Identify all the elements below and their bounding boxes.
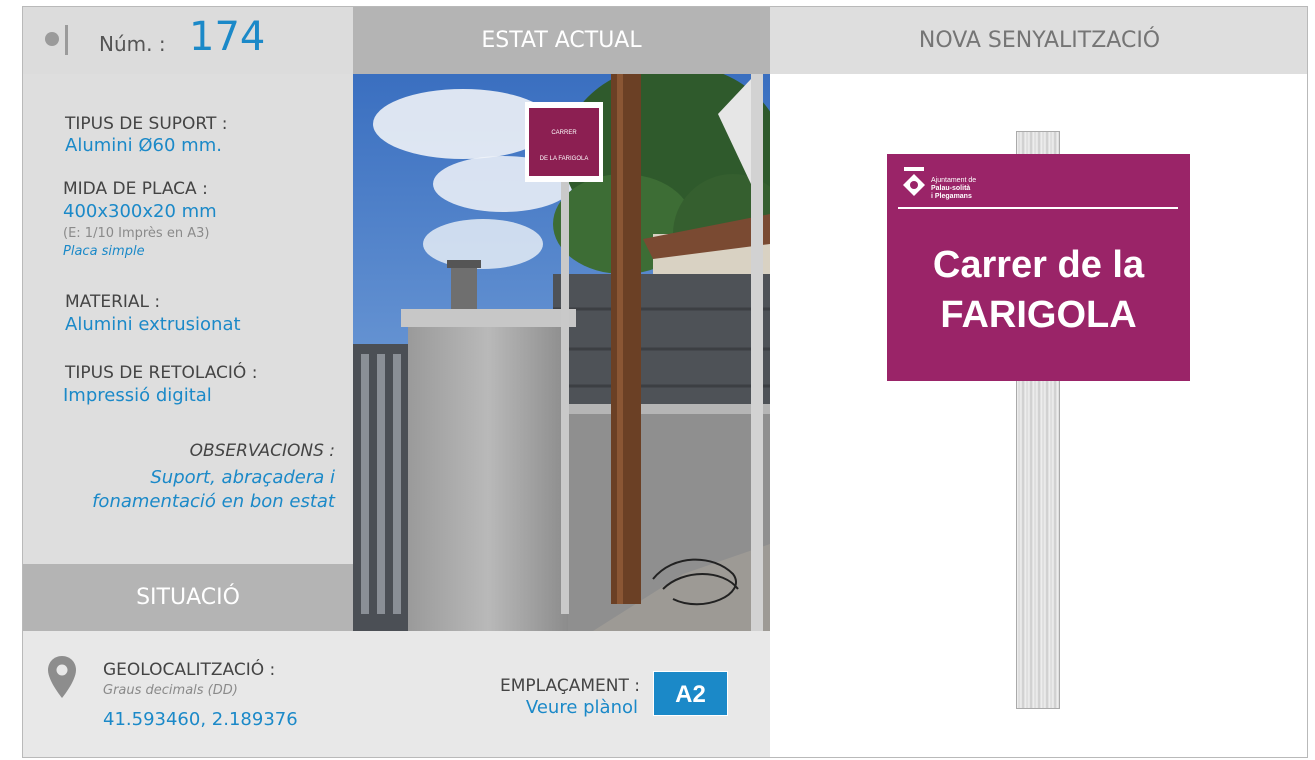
situation-header: SITUACIÓ <box>23 564 353 631</box>
plate-scale-note: (E: 1/10 Imprès en A3) <box>63 226 210 241</box>
logo-line-1: Ajuntament de <box>931 177 977 184</box>
lettering-type-label: TIPUS DE RETOLACIÓ : <box>65 363 258 383</box>
new-signage-header: NOVA SENYALITZACIÓ <box>770 7 1307 74</box>
plate-type-note: Placa simple <box>63 244 145 259</box>
divider-bar <box>65 25 68 55</box>
number-header: Núm. : 174 <box>23 7 353 74</box>
street-name-text: Carrer de la FARIGOLA <box>887 240 1190 340</box>
number-value: 174 <box>189 14 266 60</box>
photo-sign-line-2: DE LA FARIGOLA <box>540 156 589 162</box>
dot-icon <box>45 32 59 46</box>
plate-divider <box>898 207 1178 209</box>
material-value: Alumini extrusionat <box>65 314 241 335</box>
placement-label: EMPLAÇAMENT : <box>500 676 640 696</box>
street-photo: CARRER DE LA FARIGOLA <box>353 74 770 631</box>
support-type-label: TIPUS DE SUPORT : <box>65 114 228 134</box>
municipal-logo-text: Ajuntament de Palau-solità i Plegamans <box>931 177 976 201</box>
material-label: MATERIAL : <box>65 292 161 312</box>
placement-code-badge: A2 <box>653 671 728 716</box>
view-map-link[interactable]: Veure plànol <box>526 697 638 718</box>
observations-line-1: Suport, abraçadera i <box>150 467 335 488</box>
street-name-line-2: FARIGOLA <box>940 294 1137 336</box>
current-state-header: ESTAT ACTUAL <box>353 7 770 74</box>
number-label: Núm. : <box>99 32 166 56</box>
lettering-type-value: Impressió digital <box>63 385 212 406</box>
info-panel: TIPUS DE SUPORT : Alumini Ø60 mm. MIDA D… <box>23 74 353 564</box>
geolocation-label: GEOLOCALITZACIÓ : <box>103 660 276 680</box>
geolocation-format: Graus decimals (DD) <box>103 683 238 698</box>
logo-line-3: i Plegamans <box>931 193 972 200</box>
support-type-value: Alumini Ø60 mm. <box>65 135 222 156</box>
plate-size-label: MIDA DE PLACA : <box>63 179 208 199</box>
geolocation-value: 41.593460, 2.189376 <box>103 709 298 730</box>
current-state-photo: CARRER DE LA FARIGOLA <box>353 74 770 631</box>
logo-line-2: Palau-solità <box>931 185 971 192</box>
signage-sheet: Núm. : 174 ESTAT ACTUAL NOVA SENYALITZAC… <box>22 6 1308 758</box>
photo-sign-line-1: CARRER <box>551 130 577 136</box>
municipal-shield-icon <box>903 167 925 196</box>
observations-value: Suport, abraçadera i fonamentació en bon… <box>23 466 335 514</box>
observations-line-2: fonamentació en bon estat <box>92 491 335 512</box>
plate-size-value: 400x300x20 mm <box>63 201 217 222</box>
observations-label: OBSERVACIONS : <box>189 441 335 461</box>
map-pin-icon <box>48 656 76 698</box>
street-name-line-1: Carrer de la <box>932 244 1145 286</box>
